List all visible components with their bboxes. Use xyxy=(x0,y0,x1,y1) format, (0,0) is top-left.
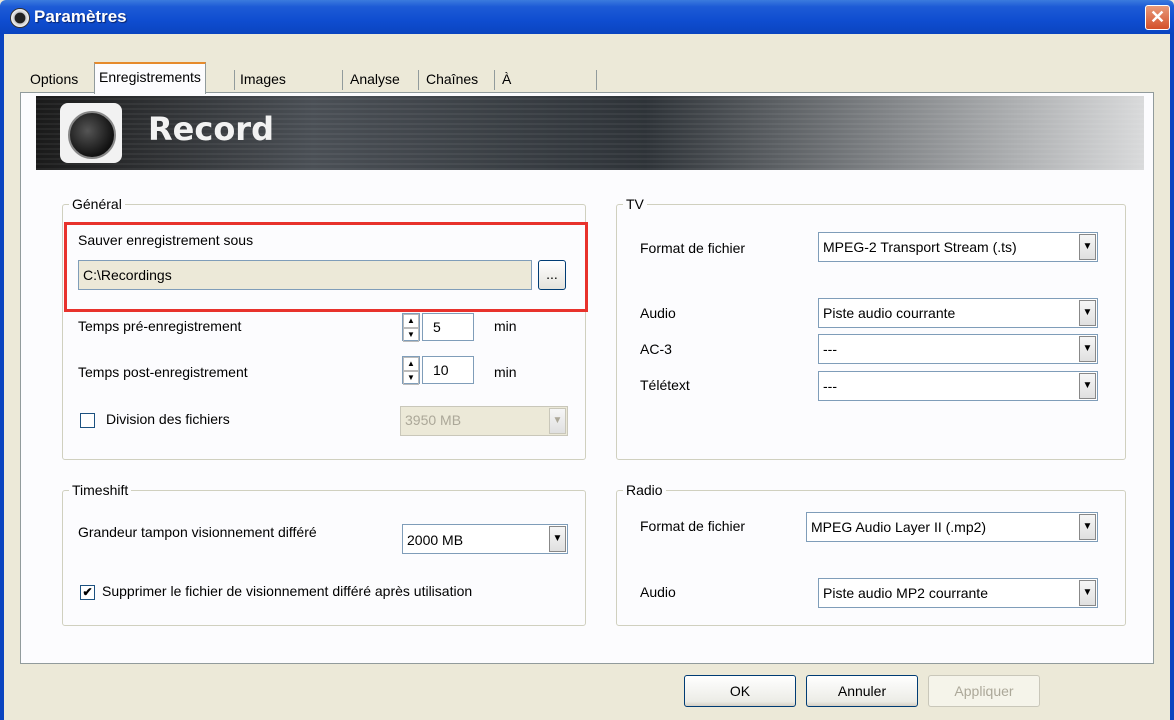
ac3-value: --- xyxy=(823,341,837,357)
app-logo-icon xyxy=(10,8,30,28)
tv-format-value: MPEG-2 Transport Stream (.ts) xyxy=(823,239,1017,255)
tv-legend: TV xyxy=(626,196,644,212)
pre-record-unit: min xyxy=(494,318,517,334)
ac3-label: AC-3 xyxy=(640,341,672,357)
chevron-down-icon: ▼ xyxy=(1079,580,1096,606)
radio-legend: Radio xyxy=(626,482,663,498)
tv-format-dropdown[interactable]: MPEG-2 Transport Stream (.ts) ▼ xyxy=(818,232,1098,262)
tab-a-propos[interactable]: À propos de xyxy=(498,66,549,139)
record-logo-icon xyxy=(60,103,122,163)
tab-enregistrements[interactable]: Enregistrements xyxy=(94,62,206,94)
post-record-value[interactable]: 10 xyxy=(422,356,474,384)
chevron-down-icon: ▼ xyxy=(1079,300,1096,326)
pre-record-spinner[interactable]: ▲ ▼ xyxy=(402,313,420,342)
tab-separator xyxy=(494,70,495,90)
post-record-unit: min xyxy=(494,364,517,380)
chevron-down-icon: ▼ xyxy=(1079,234,1096,260)
tab-options[interactable]: Options xyxy=(26,66,82,92)
timeshift-legend: Timeshift xyxy=(72,482,129,498)
ok-button[interactable]: OK xyxy=(684,675,796,707)
buffer-size-value: 2000 MB xyxy=(407,532,464,548)
pre-record-value[interactable]: 5 xyxy=(422,313,474,341)
tab-separator xyxy=(342,70,343,90)
settings-window: Paramètres ✕ Options Enregistrements Ima… xyxy=(0,0,1174,720)
radio-audio-dropdown[interactable]: Piste audio MP2 courrante ▼ xyxy=(818,578,1098,608)
chevron-down-icon: ▼ xyxy=(549,526,566,552)
window-title: Paramètres xyxy=(34,7,127,26)
teletext-value: --- xyxy=(823,378,837,394)
tv-audio-value: Piste audio courrante xyxy=(823,305,956,321)
split-files-label: Division des fichiers xyxy=(106,411,230,427)
radio-format-value: MPEG Audio Layer II (.mp2) xyxy=(811,519,987,535)
post-record-label: Temps post-enregistrement xyxy=(78,364,248,380)
radio-format-dropdown[interactable]: MPEG Audio Layer II (.mp2) ▼ xyxy=(806,512,1098,542)
window-frame-left xyxy=(0,34,4,720)
split-size-dropdown[interactable]: 3950 MB ▼ xyxy=(400,406,568,436)
split-size-value: 3950 MB xyxy=(405,412,462,428)
teletext-label: Télétext xyxy=(640,377,690,393)
delete-timeshift-checkbox[interactable]: ✔ xyxy=(80,585,95,600)
tab-separator xyxy=(418,70,419,90)
ac3-dropdown[interactable]: --- ▼ xyxy=(818,334,1098,364)
banner-title: Record xyxy=(148,110,274,148)
window-frame-right xyxy=(1170,34,1174,720)
split-files-checkbox[interactable] xyxy=(80,413,95,428)
tab-chaines[interactable]: Chaînes xyxy=(422,66,482,92)
general-legend: Général xyxy=(72,196,122,212)
cancel-button[interactable]: Annuler xyxy=(806,675,918,707)
teletext-dropdown[interactable]: --- ▼ xyxy=(818,371,1098,401)
title-bar[interactable]: Paramètres ✕ xyxy=(0,0,1174,34)
tv-audio-dropdown[interactable]: Piste audio courrante ▼ xyxy=(818,298,1098,328)
tab-analyse[interactable]: Analyse xyxy=(346,66,404,92)
radio-format-label: Format de fichier xyxy=(640,518,746,534)
tab-separator xyxy=(596,70,597,90)
chevron-down-icon: ▼ xyxy=(1079,336,1096,362)
timeshift-group: Timeshift xyxy=(62,482,586,626)
chevron-down-icon: ▼ xyxy=(1079,373,1096,399)
post-record-spinner[interactable]: ▲ ▼ xyxy=(402,356,420,385)
close-button[interactable]: ✕ xyxy=(1145,5,1170,30)
chevron-down-icon: ▼ xyxy=(1079,514,1096,540)
tab-images-fixes[interactable]: Images fixes xyxy=(236,66,290,113)
apply-button[interactable]: Appliquer xyxy=(928,675,1040,707)
radio-audio-label: Audio xyxy=(640,584,676,600)
tv-audio-label: Audio xyxy=(640,305,676,321)
tv-format-label: Format de fichier xyxy=(640,240,746,256)
buffer-size-label: Grandeur tampon visionnement différé xyxy=(78,524,317,540)
tab-separator xyxy=(234,70,235,90)
delete-timeshift-label: Supprimer le fichier de visionnement dif… xyxy=(102,583,473,599)
highlight-box xyxy=(64,222,588,312)
chevron-down-icon: ▼ xyxy=(549,408,566,434)
radio-audio-value: Piste audio MP2 courrante xyxy=(823,585,988,601)
buffer-size-dropdown[interactable]: 2000 MB ▼ xyxy=(402,524,568,554)
pre-record-label: Temps pré-enregistrement xyxy=(78,318,242,334)
